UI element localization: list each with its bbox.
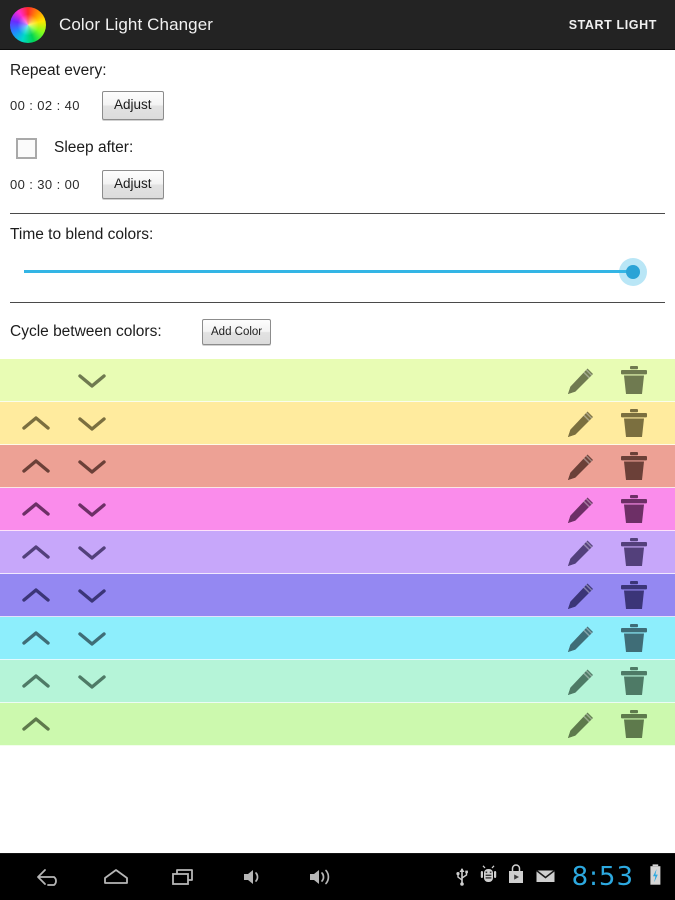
chevron-up-icon[interactable] — [8, 626, 64, 650]
color-row[interactable] — [0, 660, 675, 704]
chevron-up-icon[interactable] — [8, 454, 64, 478]
chevron-up-icon[interactable] — [8, 497, 64, 521]
home-icon[interactable] — [82, 865, 150, 889]
chevron-down-icon[interactable] — [64, 454, 120, 478]
trash-icon[interactable] — [607, 450, 661, 482]
chevron-down-icon[interactable] — [64, 497, 120, 521]
pencil-icon[interactable] — [553, 450, 607, 482]
chevron-down-icon[interactable] — [64, 583, 120, 607]
pencil-icon[interactable] — [553, 407, 607, 439]
page-title: Color Light Changer — [59, 14, 214, 34]
chevron-up-icon[interactable] — [8, 411, 64, 435]
chevron-up-icon[interactable] — [8, 583, 64, 607]
color-row[interactable] — [0, 617, 675, 661]
pencil-icon[interactable] — [553, 622, 607, 654]
trash-icon[interactable] — [607, 665, 661, 697]
color-row[interactable] — [0, 488, 675, 532]
blend-time-label: Time to blend colors: — [10, 225, 154, 243]
sleep-adjust-button[interactable]: Adjust — [102, 169, 164, 199]
back-icon[interactable] — [14, 865, 82, 889]
pencil-icon[interactable] — [553, 536, 607, 568]
pencil-icon[interactable] — [553, 493, 607, 525]
sleep-after-label: Sleep after: — [54, 139, 134, 157]
slider-track — [24, 269, 633, 273]
color-wheel-icon — [10, 6, 46, 43]
color-list — [0, 359, 675, 747]
battery-charging-icon — [648, 863, 663, 892]
pencil-icon[interactable] — [553, 579, 607, 611]
color-row[interactable] — [0, 445, 675, 489]
mail-icon — [535, 864, 556, 891]
cycle-colors-row: Cycle between colors: Add Color — [10, 318, 665, 360]
sleep-after-checkbox[interactable] — [16, 137, 37, 159]
repeat-every-value: 00 : 02 : 40 — [10, 97, 80, 113]
volume-up-icon[interactable] — [286, 865, 354, 889]
pencil-icon[interactable] — [553, 708, 607, 740]
chevron-down-icon[interactable] — [64, 669, 120, 693]
color-row[interactable] — [0, 402, 675, 446]
chevron-up-icon[interactable] — [8, 540, 64, 564]
recents-icon[interactable] — [150, 865, 218, 889]
divider-bottom — [10, 301, 665, 303]
chevron-down-icon[interactable] — [64, 411, 120, 435]
chevron-down-icon[interactable] — [64, 626, 120, 650]
status-tray: 8:53 — [454, 862, 667, 892]
app-bar: Color Light Changer START LIGHT — [0, 0, 675, 50]
color-row[interactable] — [0, 574, 675, 618]
cycle-colors-label: Cycle between colors: — [10, 323, 162, 340]
chevron-down-icon[interactable] — [64, 540, 120, 564]
blend-time-slider[interactable] — [10, 254, 665, 288]
trash-icon[interactable] — [607, 364, 661, 396]
pencil-icon[interactable] — [553, 364, 607, 396]
trash-icon[interactable] — [607, 407, 661, 439]
slider-thumb[interactable] — [626, 264, 640, 279]
usb-icon — [454, 864, 470, 891]
color-row[interactable] — [0, 359, 675, 403]
chevron-up-icon[interactable] — [8, 669, 64, 693]
android-debug-icon — [480, 864, 497, 891]
sleep-after-value: 00 : 30 : 00 — [10, 176, 80, 192]
nav-buttons — [14, 865, 354, 889]
sleep-after-row[interactable]: Sleep after: — [10, 137, 665, 159]
trash-icon[interactable] — [607, 708, 661, 740]
play-store-icon — [507, 863, 525, 891]
trash-icon[interactable] — [607, 579, 661, 611]
repeat-every-row: 00 : 02 : 40 Adjust — [10, 91, 665, 120]
repeat-every-label: Repeat every: — [10, 62, 107, 79]
color-row[interactable] — [0, 531, 675, 575]
start-light-button[interactable]: START LIGHT — [565, 12, 661, 38]
sleep-after-time-row: 00 : 30 : 00 Adjust — [10, 169, 665, 199]
system-navigation-bar: 8:53 — [0, 853, 675, 900]
trash-icon[interactable] — [607, 493, 661, 525]
repeat-adjust-button[interactable]: Adjust — [102, 91, 164, 120]
trash-icon[interactable] — [607, 622, 661, 654]
pencil-icon[interactable] — [553, 665, 607, 697]
status-clock: 8:53 — [571, 862, 634, 892]
chevron-down-icon[interactable] — [64, 368, 120, 392]
settings-panel: Repeat every: 00 : 02 : 40 Adjust Sleep … — [0, 50, 675, 359]
add-color-button[interactable]: Add Color — [202, 318, 272, 346]
color-row[interactable] — [0, 703, 675, 747]
volume-down-icon[interactable] — [218, 865, 286, 889]
trash-icon[interactable] — [607, 536, 661, 568]
chevron-up-icon[interactable] — [8, 712, 64, 736]
